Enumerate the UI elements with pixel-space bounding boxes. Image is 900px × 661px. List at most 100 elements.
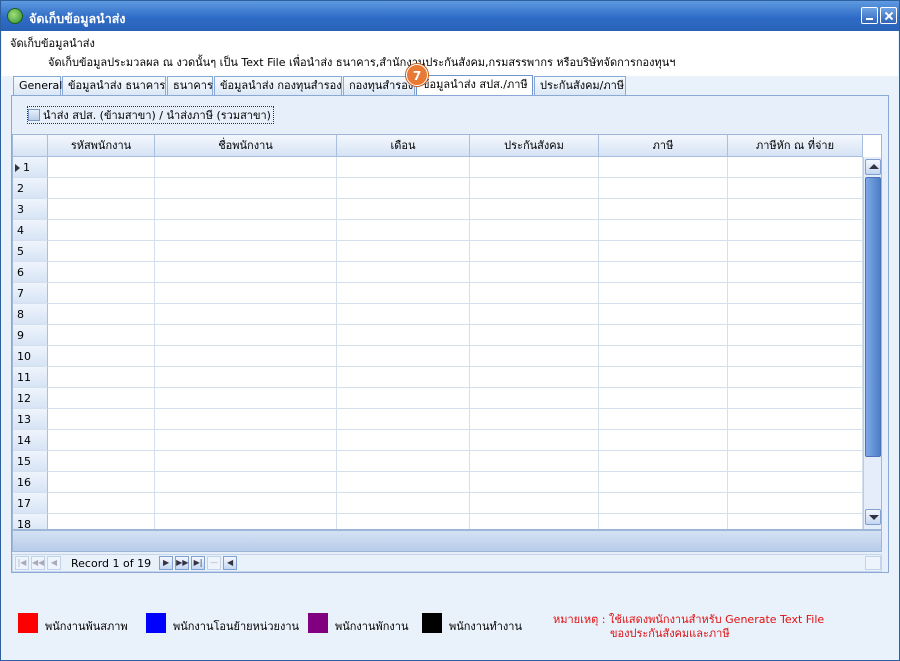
table-row[interactable]: 3 [13, 199, 863, 220]
grid-cell[interactable] [337, 451, 470, 472]
grid-cell[interactable] [155, 283, 337, 304]
tab-sso-tax[interactable]: ประกันสังคม/ภาษี [534, 76, 626, 95]
grid-cell[interactable] [599, 451, 728, 472]
col-social-security[interactable]: ประกันสังคม [470, 135, 599, 157]
grid-cell[interactable] [470, 304, 599, 325]
grid-cell[interactable] [337, 220, 470, 241]
grid-cell[interactable] [728, 409, 863, 430]
checkbox-box[interactable] [28, 109, 40, 121]
grid-cell[interactable] [155, 430, 337, 451]
grid-cell[interactable] [337, 430, 470, 451]
grid-cell[interactable] [728, 367, 863, 388]
grid-cell[interactable] [155, 451, 337, 472]
grid-cell[interactable] [48, 178, 155, 199]
grid-cell[interactable] [337, 367, 470, 388]
grid-cell[interactable] [48, 157, 155, 178]
prev-record-button[interactable]: ◀ [47, 556, 61, 570]
row-number[interactable]: 10 [13, 346, 48, 367]
grid-cell[interactable] [728, 178, 863, 199]
grid-cell[interactable] [337, 472, 470, 493]
scroll-thumb[interactable] [865, 177, 881, 457]
grid-cell[interactable] [728, 325, 863, 346]
row-number[interactable]: 13 [13, 409, 48, 430]
grid-cell[interactable] [48, 493, 155, 514]
grid-cell[interactable] [337, 283, 470, 304]
grid-cell[interactable] [337, 178, 470, 199]
col-month[interactable]: เดือน [337, 135, 470, 157]
grid-cell[interactable] [470, 346, 599, 367]
grid-cell[interactable] [470, 451, 599, 472]
grid-cell[interactable] [48, 241, 155, 262]
grid-cell[interactable] [728, 262, 863, 283]
table-row[interactable]: 17 [13, 493, 863, 514]
grid-cell[interactable] [155, 346, 337, 367]
grid-cell[interactable] [599, 388, 728, 409]
grid-cell[interactable] [470, 199, 599, 220]
grid-cell[interactable] [599, 430, 728, 451]
next-page-button[interactable]: ▶▶ [175, 556, 190, 570]
grid-cell[interactable] [470, 220, 599, 241]
grid-cell[interactable] [155, 178, 337, 199]
tab-sso-tax-export[interactable]: ข้อมูลนำส่ง สปส./ภาษี [416, 75, 533, 95]
row-number[interactable]: 14 [13, 430, 48, 451]
grid-cell[interactable] [599, 409, 728, 430]
row-number[interactable]: 16 [13, 472, 48, 493]
grid-cell[interactable] [470, 157, 599, 178]
table-row[interactable]: 6 [13, 262, 863, 283]
grid-cell[interactable] [155, 325, 337, 346]
grid-cell[interactable] [728, 388, 863, 409]
tab-bank[interactable]: ธนาคาร [167, 76, 213, 95]
grid-cell[interactable] [728, 157, 863, 178]
row-number[interactable]: 18 [13, 514, 48, 529]
scroll-left-button[interactable]: ◀ [223, 556, 238, 570]
grid-cell[interactable] [599, 514, 728, 529]
grid-cell[interactable] [470, 472, 599, 493]
row-number[interactable]: 5 [13, 241, 48, 262]
grid-cell[interactable] [48, 388, 155, 409]
grid-cell[interactable] [155, 388, 337, 409]
scroll-up-button[interactable] [865, 159, 881, 175]
grid-cell[interactable] [599, 367, 728, 388]
grid-cell[interactable] [728, 241, 863, 262]
table-row[interactable]: 9 [13, 325, 863, 346]
col-withholding-tax[interactable]: ภาษีหัก ณ ที่จ่าย [728, 135, 863, 157]
row-number[interactable]: 3 [13, 199, 48, 220]
table-row[interactable]: 16 [13, 472, 863, 493]
grid-cell[interactable] [337, 304, 470, 325]
grid-cell[interactable] [728, 472, 863, 493]
table-row[interactable]: 11 [13, 367, 863, 388]
grid-cell[interactable] [48, 262, 155, 283]
grid-cell[interactable] [155, 493, 337, 514]
grid-cell[interactable] [728, 514, 863, 529]
grid-cell[interactable] [470, 262, 599, 283]
table-row[interactable]: 18 [13, 514, 863, 529]
row-number[interactable]: 7 [13, 283, 48, 304]
grid-cell[interactable] [48, 283, 155, 304]
row-number[interactable]: 2 [13, 178, 48, 199]
cross-branch-checkbox[interactable]: นำส่ง สปส. (ข้ามสาขา) / นำส่งภาษี (รวมสา… [27, 106, 274, 124]
grid-cell[interactable] [470, 493, 599, 514]
grid-cell[interactable] [599, 493, 728, 514]
grid-cell[interactable] [728, 451, 863, 472]
grid-cell[interactable] [728, 304, 863, 325]
grid-cell[interactable] [599, 241, 728, 262]
tab-general[interactable]: General [13, 76, 62, 95]
grid-cell[interactable] [155, 262, 337, 283]
grid-cell[interactable] [337, 241, 470, 262]
grid-cell[interactable] [155, 220, 337, 241]
grid-cell[interactable] [599, 283, 728, 304]
grid-cell[interactable] [155, 367, 337, 388]
row-number[interactable]: 12 [13, 388, 48, 409]
grid-cell[interactable] [470, 388, 599, 409]
row-number[interactable]: 4 [13, 220, 48, 241]
grid-cell[interactable] [337, 493, 470, 514]
tab-provident-export[interactable]: ข้อมูลนำส่ง กองทุนสำรอง [214, 76, 342, 95]
table-row[interactable]: 14 [13, 430, 863, 451]
row-number[interactable]: 15 [13, 451, 48, 472]
grid-cell[interactable] [728, 199, 863, 220]
grid-cell[interactable] [599, 325, 728, 346]
grid-cell[interactable] [470, 325, 599, 346]
grid-cell[interactable] [470, 430, 599, 451]
grid-cell[interactable] [337, 346, 470, 367]
col-employee-name[interactable]: ชื่อพนักงาน [155, 135, 337, 157]
